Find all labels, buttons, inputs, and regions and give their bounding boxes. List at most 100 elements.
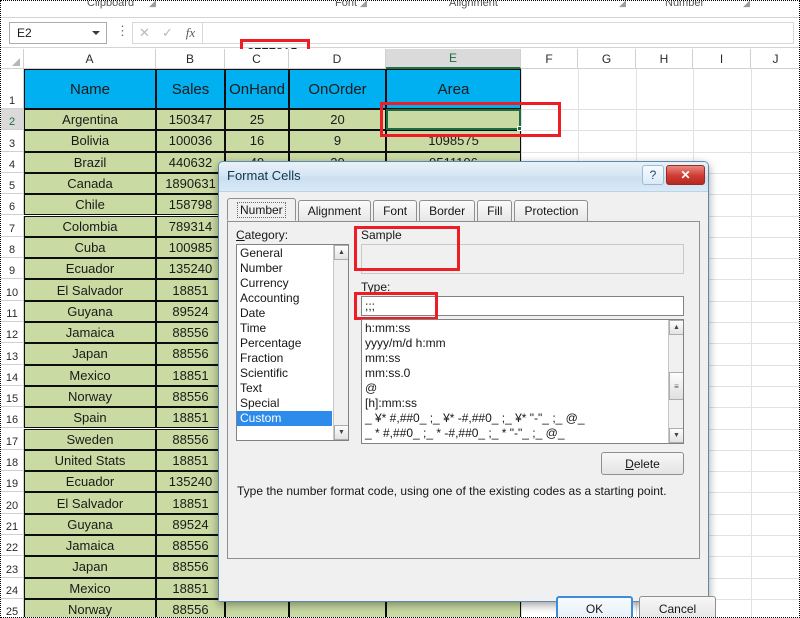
type-scroll-thumb[interactable]: ≡ bbox=[669, 372, 683, 400]
row-header-24[interactable]: 24 bbox=[1, 577, 24, 599]
row-header-16[interactable]: 16 bbox=[1, 407, 24, 429]
ok-button[interactable]: OK bbox=[556, 596, 633, 617]
tab-number[interactable]: Number bbox=[227, 198, 296, 221]
cell-B17[interactable]: 88556 bbox=[156, 428, 225, 450]
category-item-percentage[interactable]: Percentage bbox=[237, 336, 332, 351]
dialog-launcher-icon[interactable]: ◢ bbox=[149, 1, 156, 9]
cell-header-onhand[interactable]: OnHand bbox=[225, 69, 289, 109]
row-header-8[interactable]: 8 bbox=[1, 236, 24, 259]
type-item-6[interactable]: _ ¥* #,##0_ ;_ ¥* -#,##0_ ;_ ¥* "-"_ ;_ … bbox=[362, 411, 667, 426]
cell-B15[interactable]: 88556 bbox=[156, 385, 225, 408]
cell-A20[interactable]: El Salvador bbox=[24, 492, 156, 514]
cell-B22[interactable]: 88556 bbox=[156, 535, 225, 557]
category-item-custom[interactable]: Custom bbox=[237, 411, 332, 426]
cell-B11[interactable]: 89524 bbox=[156, 300, 225, 322]
cell-C2[interactable]: 25 bbox=[225, 109, 289, 131]
row-header-5[interactable]: 5 bbox=[1, 172, 24, 195]
name-box[interactable]: E2 bbox=[9, 22, 107, 44]
cell-header-onorder[interactable]: OnOrder bbox=[289, 69, 386, 109]
tab-fill[interactable]: Fill bbox=[477, 200, 513, 221]
cell-B3[interactable]: 100036 bbox=[156, 130, 225, 152]
type-item-5[interactable]: [h]:mm:ss bbox=[362, 396, 667, 411]
cell-D3[interactable]: 9 bbox=[289, 130, 386, 152]
cell-A18[interactable]: United Stats bbox=[24, 449, 156, 472]
column-header-d[interactable]: D bbox=[289, 49, 386, 69]
cell-E2[interactable] bbox=[386, 109, 521, 131]
row-header-2[interactable]: 2 bbox=[1, 109, 24, 131]
row-header-22[interactable]: 22 bbox=[1, 535, 24, 557]
type-scroll-up-icon[interactable]: ▲ bbox=[669, 320, 683, 335]
cell-A14[interactable]: Mexico bbox=[24, 364, 156, 386]
cell-A22[interactable]: Jamaica bbox=[24, 535, 156, 557]
category-item-number[interactable]: Number bbox=[237, 261, 332, 276]
cell-B12[interactable]: 88556 bbox=[156, 322, 225, 344]
category-listbox[interactable]: General Number Currency Accounting Date Time P… bbox=[236, 244, 349, 441]
cell-A12[interactable]: Jamaica bbox=[24, 322, 156, 344]
cell-B2[interactable]: 150347 bbox=[156, 109, 225, 131]
tab-protection[interactable]: Protection bbox=[514, 200, 589, 221]
row-header-9[interactable]: 9 bbox=[1, 258, 24, 280]
type-input[interactable]: ;;; bbox=[361, 296, 684, 316]
cell-A5[interactable]: Canada bbox=[24, 172, 156, 195]
cell-A13[interactable]: Japan bbox=[24, 343, 156, 365]
fill-handle[interactable] bbox=[517, 126, 522, 132]
row-header-25[interactable]: 25 bbox=[1, 598, 24, 617]
scroll-up-icon[interactable]: ▲ bbox=[334, 245, 348, 260]
cell-A6[interactable]: Chile bbox=[24, 194, 156, 216]
column-header-h[interactable]: H bbox=[636, 49, 693, 69]
cell-A25[interactable]: Norway bbox=[24, 598, 156, 617]
column-header-f[interactable]: F bbox=[521, 49, 578, 69]
category-item-special[interactable]: Special bbox=[237, 396, 332, 411]
row-header-20[interactable]: 20 bbox=[1, 492, 24, 514]
category-item-scientific[interactable]: Scientific bbox=[237, 366, 332, 381]
cell-A9[interactable]: Ecuador bbox=[24, 258, 156, 280]
column-header-j[interactable]: J bbox=[751, 49, 799, 69]
cell-A17[interactable]: Sweden bbox=[24, 428, 156, 450]
enter-icon[interactable]: ✓ bbox=[156, 25, 179, 41]
type-item-4[interactable]: @ bbox=[362, 381, 667, 396]
row-header-11[interactable]: 11 bbox=[1, 300, 24, 322]
row-header-12[interactable]: 12 bbox=[1, 322, 24, 344]
tab-border[interactable]: Border bbox=[419, 200, 476, 221]
row-header-1[interactable]: 1 bbox=[1, 69, 24, 109]
column-header-g[interactable]: G bbox=[578, 49, 636, 69]
cell-B20[interactable]: 18851 bbox=[156, 492, 225, 514]
cell-B7[interactable]: 789314 bbox=[156, 215, 225, 237]
cell-B19[interactable]: 135240 bbox=[156, 471, 225, 493]
row-header-7[interactable]: 7 bbox=[1, 215, 24, 237]
cell-A11[interactable]: Guyana bbox=[24, 300, 156, 322]
row-header-13[interactable]: 13 bbox=[1, 343, 24, 365]
cell-B14[interactable]: 18851 bbox=[156, 364, 225, 386]
cell-A8[interactable]: Cuba bbox=[24, 236, 156, 259]
column-header-c[interactable]: C bbox=[225, 49, 289, 69]
cancel-icon[interactable]: ✕ bbox=[133, 25, 156, 41]
row-header-18[interactable]: 18 bbox=[1, 449, 24, 472]
cell-B6[interactable]: 158798 bbox=[156, 194, 225, 216]
type-scroll-down-icon[interactable]: ▼ bbox=[669, 428, 683, 443]
cell-E3[interactable]: 1098575 bbox=[386, 130, 521, 152]
dialog-launcher-icon[interactable]: ◢ bbox=[619, 1, 626, 9]
cell-A15[interactable]: Norway bbox=[24, 385, 156, 408]
cell-B21[interactable]: 89524 bbox=[156, 513, 225, 535]
cell-B23[interactable]: 88556 bbox=[156, 556, 225, 578]
column-header-a[interactable]: A bbox=[24, 49, 156, 69]
cell-A7[interactable]: Colombia bbox=[24, 215, 156, 237]
cell-B13[interactable]: 88556 bbox=[156, 343, 225, 365]
cell-B4[interactable]: 440632 bbox=[156, 151, 225, 173]
cell-B18[interactable]: 18851 bbox=[156, 449, 225, 472]
category-item-date[interactable]: Date bbox=[237, 306, 332, 321]
tab-font[interactable]: Font bbox=[373, 200, 418, 221]
type-item-8[interactable]: _ ¥* #,##0.00_ ;_ ¥* -#,##0.00_ ;_ ¥* "-… bbox=[362, 441, 667, 443]
category-item-general[interactable]: General bbox=[237, 246, 332, 261]
cell-B10[interactable]: 18851 bbox=[156, 279, 225, 301]
row-header-3[interactable]: 3 bbox=[1, 130, 24, 152]
scroll-down-icon[interactable]: ▼ bbox=[334, 425, 348, 440]
cell-A23[interactable]: Japan bbox=[24, 556, 156, 578]
row-header-14[interactable]: 14 bbox=[1, 364, 24, 386]
category-scrollbar[interactable]: ▲ ▼ bbox=[333, 245, 348, 440]
column-header-b[interactable]: B bbox=[156, 49, 225, 69]
row-header-6[interactable]: 6 bbox=[1, 194, 24, 216]
cell-B24[interactable]: 18851 bbox=[156, 577, 225, 599]
cell-header-sales[interactable]: Sales bbox=[156, 69, 225, 109]
type-item-3[interactable]: mm:ss.0 bbox=[362, 366, 667, 381]
